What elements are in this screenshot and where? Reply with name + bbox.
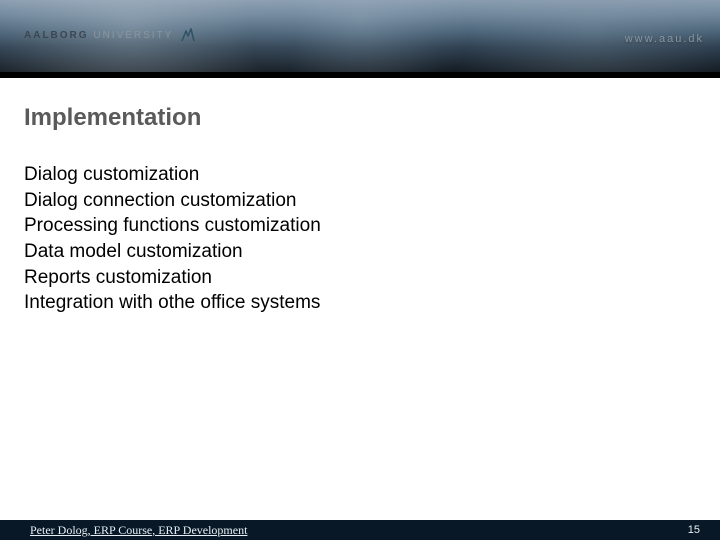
logo-text-secondary: UNIVERSITY <box>93 30 173 41</box>
list-item: Integration with othe office systems <box>24 290 720 316</box>
footer-author: Peter Dolog, ERP Course, ERP Development <box>30 523 247 538</box>
list-item: Reports customization <box>24 265 720 291</box>
list-item: Processing functions customization <box>24 213 720 239</box>
list-item: Data model customization <box>24 239 720 265</box>
logo-mark-icon <box>179 26 197 44</box>
list-item: Dialog customization <box>24 162 720 188</box>
header-url: www.aau.dk <box>625 33 704 45</box>
page-title: Implementation <box>24 104 720 132</box>
footer-page-number: 15 <box>688 524 700 536</box>
content-list: Dialog customization Dialog connection c… <box>24 162 720 316</box>
logo: AALBORG UNIVERSITY <box>24 26 197 44</box>
footer: Peter Dolog, ERP Course, ERP Development… <box>0 520 720 540</box>
logo-text-primary: AALBORG <box>24 30 89 41</box>
header-band: AALBORG UNIVERSITY www.aau.dk <box>0 0 720 78</box>
list-item: Dialog connection customization <box>24 188 720 214</box>
